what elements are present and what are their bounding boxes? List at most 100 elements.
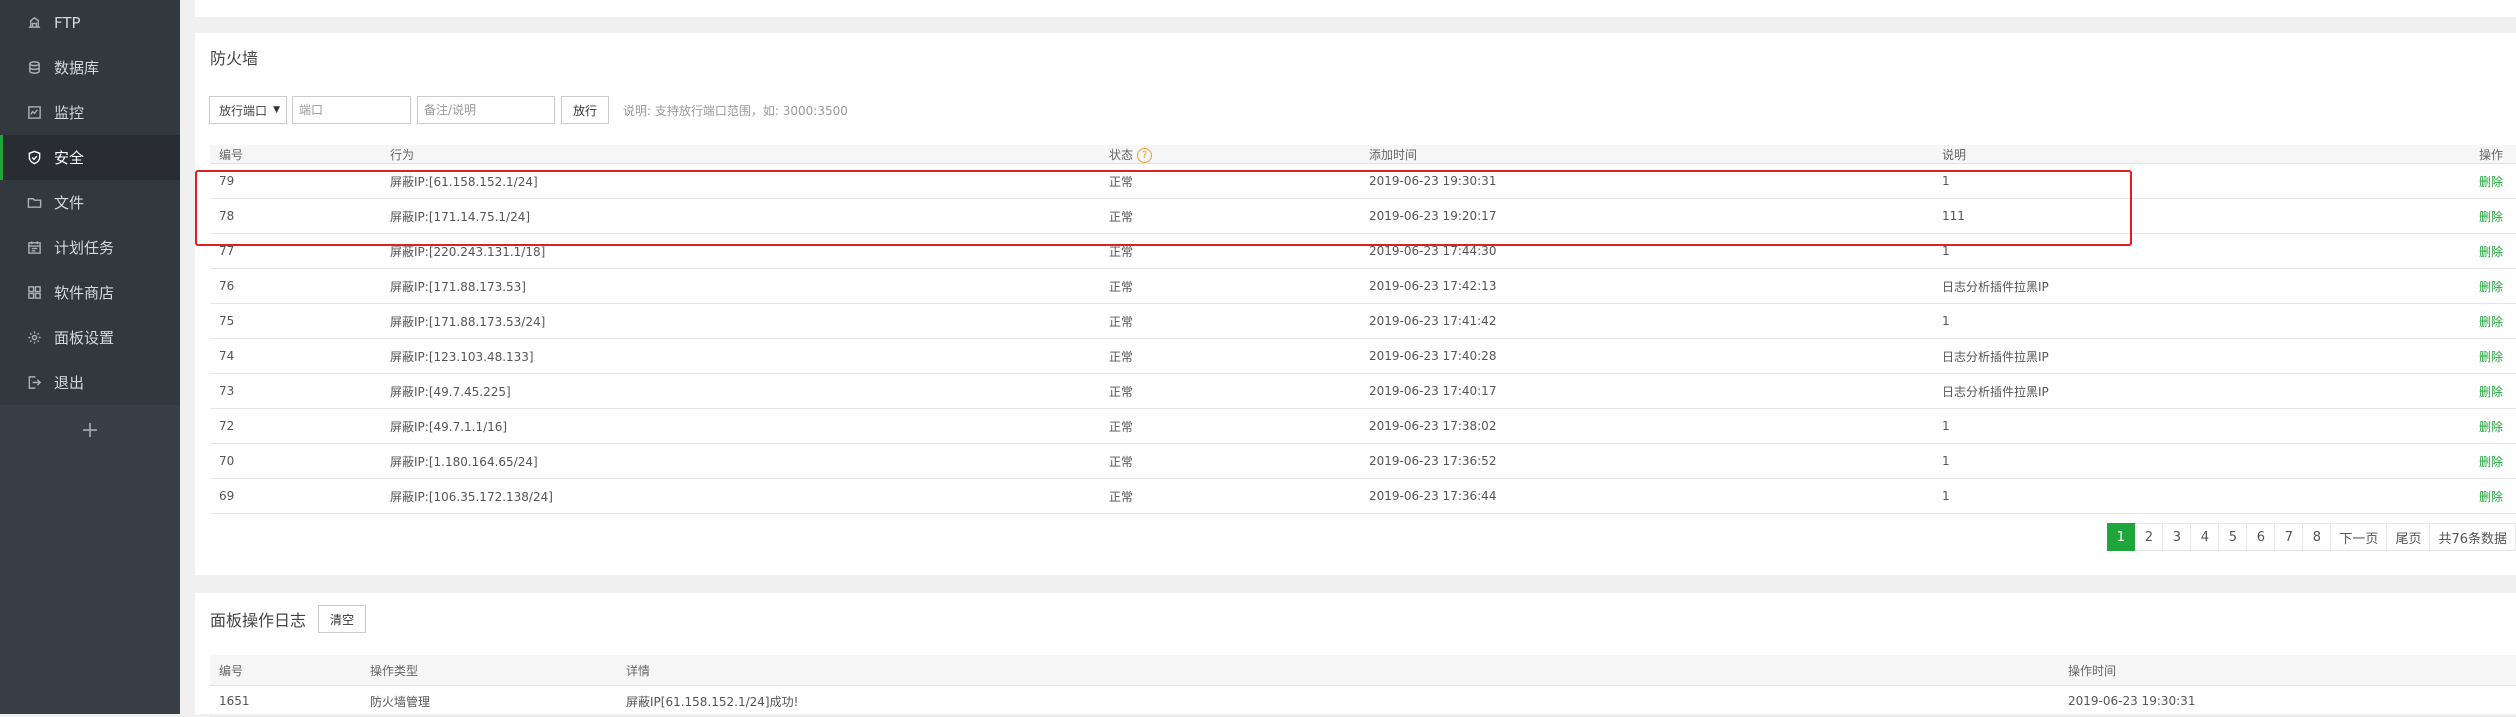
- cell-id: 79: [219, 174, 235, 188]
- total-count: 共76条数据: [2430, 523, 2516, 551]
- log-header-type: 操作类型: [370, 663, 419, 678]
- database-icon: [26, 60, 42, 76]
- sidebar-item-3[interactable]: 安全: [0, 135, 180, 180]
- cell-action: 屏蔽IP:[171.88.173.53]: [390, 279, 526, 294]
- cell-status: 正常: [1109, 454, 1134, 469]
- page-1-button[interactable]: 1: [2107, 523, 2136, 551]
- cell-id: 76: [219, 279, 235, 293]
- cell-note: 日志分析插件拉黑IP: [1942, 384, 2049, 399]
- log-table: 编号 操作类型 详情 操作时间 1651 防火墙管理 屏蔽IP[61.158.152…: [210, 655, 2516, 717]
- shield-icon: [26, 150, 42, 166]
- sidebar-menu: FTP 数据库监控安全 文件 计划任务 软件商店 面板设置退出: [0, 0, 180, 405]
- table-row: 75 屏蔽IP:[171.88.173.53/24] 正常 2019-06-23 17…: [210, 304, 2516, 339]
- delete-link[interactable]: 删除: [2479, 348, 2503, 365]
- port-type-select[interactable]: 放行端口 ▼: [209, 96, 287, 124]
- port-type-value: 放行端口: [219, 103, 268, 118]
- help-icon[interactable]: ?: [1137, 147, 1153, 163]
- log-header-time: 操作时间: [2068, 663, 2117, 678]
- page-3-button[interactable]: 3: [2163, 523, 2192, 551]
- calendar-icon: [26, 240, 42, 256]
- remark-input[interactable]: [417, 96, 555, 124]
- clear-log-button[interactable]: 清空: [318, 605, 367, 633]
- sidebar-item-label: FTP: [54, 13, 81, 32]
- gear-icon: [26, 330, 42, 346]
- delete-link[interactable]: 删除: [2479, 173, 2503, 190]
- cell-time: 2019-06-23 19:20:17: [1369, 209, 1497, 223]
- cell-id: 73: [219, 384, 235, 398]
- table-row: 74 屏蔽IP:[123.103.48.133] 正常 2019-06-23 17:4…: [210, 339, 2516, 374]
- delete-link[interactable]: 删除: [2479, 488, 2503, 505]
- table-row: 73 屏蔽IP:[49.7.45.225] 正常 2019-06-23 17:40:1…: [210, 374, 2516, 409]
- sidebar-item-5[interactable]: 计划任务: [0, 225, 180, 270]
- allow-button[interactable]: 放行: [561, 96, 610, 124]
- log-panel: 面板操作日志 清空 编号 操作类型 详情 操作时间 1651 防火墙管理 屏蔽IP[…: [195, 593, 2516, 717]
- cell-status: 正常: [1109, 349, 1134, 364]
- cell-time: 2019-06-23 17:41:42: [1369, 314, 1497, 328]
- log-cell-detail: 屏蔽IP[61.158.152.1/24]成功!: [626, 694, 799, 709]
- sidebar-item-label: 监控: [54, 104, 85, 122]
- sidebar-item-1[interactable]: 数据库: [0, 45, 180, 90]
- header-status: 状态?: [1109, 146, 1153, 163]
- log-rows: 1651 防火墙管理 屏蔽IP[61.158.152.1/24]成功! 2019-06…: [210, 686, 2516, 717]
- log-header-id: 编号: [219, 663, 244, 678]
- cell-action: 屏蔽IP:[123.103.48.133]: [390, 349, 534, 364]
- delete-link[interactable]: 删除: [2479, 208, 2503, 225]
- pagination: 1 2 3 4 5 6 7 8 下一页 尾页 共76条数据: [2107, 523, 2516, 551]
- cell-action: 屏蔽IP:[1.180.164.65/24]: [390, 454, 538, 469]
- delete-link[interactable]: 删除: [2479, 453, 2503, 470]
- page-5-button[interactable]: 5: [2219, 523, 2248, 551]
- page-8-button[interactable]: 8: [2303, 523, 2332, 551]
- delete-link[interactable]: 删除: [2479, 243, 2503, 260]
- monitor-icon: [26, 105, 42, 121]
- table-row: 78 屏蔽IP:[171.14.75.1/24] 正常 2019-06-23 19:2…: [210, 199, 2516, 234]
- add-icon[interactable]: +: [0, 405, 180, 455]
- log-cell-time: 2019-06-23 19:30:31: [2068, 694, 2196, 708]
- log-title: 面板操作日志: [210, 611, 307, 630]
- page-7-button[interactable]: 7: [2275, 523, 2304, 551]
- sidebar-item-0[interactable]: FTP: [0, 0, 180, 45]
- cell-status: 正常: [1109, 314, 1134, 329]
- delete-link[interactable]: 删除: [2479, 418, 2503, 435]
- cell-action: 屏蔽IP:[106.35.172.138/24]: [390, 489, 553, 504]
- log-title-bar: 面板操作日志 清空: [210, 605, 367, 633]
- sidebar-item-2[interactable]: 监控: [0, 90, 180, 135]
- log-cell-id: 1651: [219, 694, 250, 708]
- cell-action: 屏蔽IP:[171.88.173.53/24]: [390, 314, 546, 329]
- cell-id: 72: [219, 419, 235, 433]
- cell-status: 正常: [1109, 384, 1134, 399]
- header-note: 说明: [1942, 147, 1967, 162]
- log-cell-type: 防火墙管理: [370, 694, 431, 709]
- cell-action: 屏蔽IP:[171.14.75.1/24]: [390, 209, 531, 224]
- ftp-icon: [26, 15, 42, 31]
- sidebar-item-label: 退出: [54, 374, 85, 392]
- header-added: 添加时间: [1369, 147, 1418, 162]
- port-input[interactable]: [292, 96, 411, 124]
- page-6-button[interactable]: 6: [2247, 523, 2276, 551]
- delete-link[interactable]: 删除: [2479, 313, 2503, 330]
- last-page-button[interactable]: 尾页: [2387, 523, 2431, 551]
- next-page-button[interactable]: 下一页: [2331, 523, 2388, 551]
- cell-id: 70: [219, 454, 235, 468]
- sidebar-item-8[interactable]: 退出: [0, 360, 180, 405]
- sidebar: FTP 数据库监控安全 文件 计划任务 软件商店 面板设置退出 +: [0, 0, 180, 714]
- cell-id: 75: [219, 314, 235, 328]
- page-4-button[interactable]: 4: [2191, 523, 2220, 551]
- delete-link[interactable]: 删除: [2479, 383, 2503, 400]
- page-2-button[interactable]: 2: [2135, 523, 2164, 551]
- cell-action: 屏蔽IP:[49.7.1.1/16]: [390, 419, 508, 434]
- previous-panel: [195, 0, 2516, 17]
- cell-status: 正常: [1109, 209, 1134, 224]
- table-row: 72 屏蔽IP:[49.7.1.1/16] 正常 2019-06-23 17:38:0…: [210, 409, 2516, 444]
- cell-status: 正常: [1109, 419, 1134, 434]
- sidebar-item-4[interactable]: 文件: [0, 180, 180, 225]
- cell-note: 1: [1942, 454, 1950, 468]
- cell-status: 正常: [1109, 174, 1134, 189]
- cell-action: 屏蔽IP:[49.7.45.225]: [390, 384, 511, 399]
- sidebar-item-7[interactable]: 面板设置: [0, 315, 180, 360]
- firewall-table: 编号 行为 状态? 添加时间 说明 操作 79 屏蔽IP:[61.158.152.…: [210, 145, 2516, 514]
- header-status-label: 状态: [1109, 147, 1134, 162]
- delete-link[interactable]: 删除: [2479, 278, 2503, 295]
- sidebar-item-6[interactable]: 软件商店: [0, 270, 180, 315]
- cell-time: 2019-06-23 17:36:44: [1369, 489, 1497, 503]
- grid-icon: [26, 285, 42, 301]
